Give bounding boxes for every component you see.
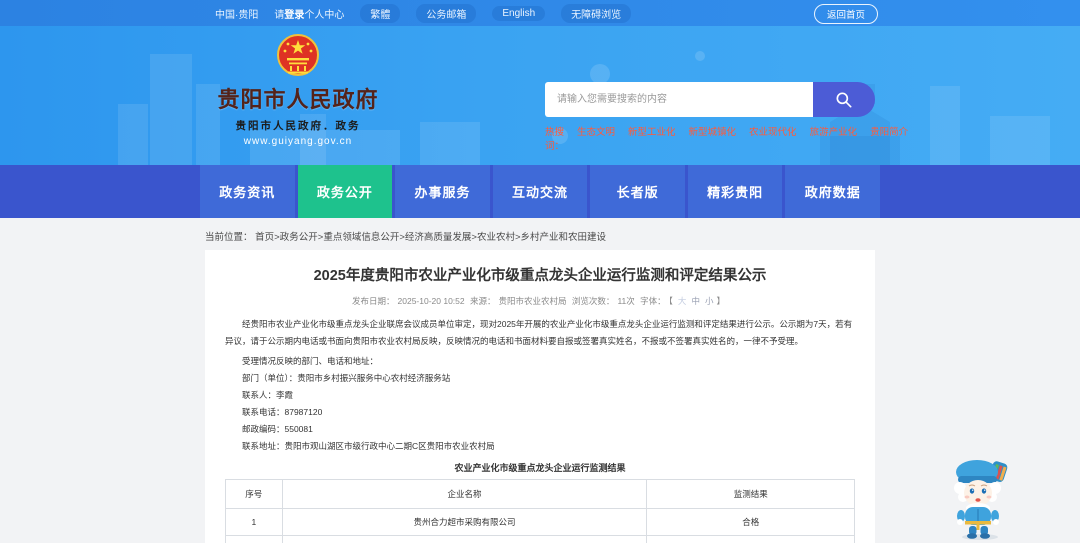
- table-row: 2 贵州友禾种业有限公司 合格: [225, 535, 855, 543]
- table-header-cell: 企业名称: [281, 479, 648, 509]
- source-value: 贵阳市农业农村局: [498, 296, 567, 306]
- search-button[interactable]: [813, 82, 875, 117]
- views-value: 11次: [617, 296, 635, 306]
- topbar: 中国·贵阳 请登录个人中心 繁體 公务邮箱 English 无障碍浏览 返回首页: [0, 0, 1080, 26]
- page: 中国·贵阳 请登录个人中心 繁體 公务邮箱 English 无障碍浏览 返回首页: [0, 0, 1080, 543]
- accessibility-link[interactable]: 无障碍浏览: [561, 3, 632, 23]
- table-cell-result: 合格: [646, 508, 855, 536]
- mascot-character-icon[interactable]: [944, 452, 1016, 540]
- site-url: www.guiyang.gov.cn: [243, 136, 353, 147]
- hot-search-word[interactable]: 旅游产业化: [810, 124, 858, 152]
- hot-search-word[interactable]: 生态文明: [577, 124, 615, 152]
- breadcrumb-segment[interactable]: 重点领域信息公开: [323, 232, 399, 243]
- lang-traditional-link[interactable]: 繁體: [360, 3, 401, 23]
- topbar-link-region[interactable]: 中国·贵阳: [215, 6, 258, 21]
- header-banner: 贵阳市人民政府 贵阳市人民政府．政务 www.guiyang.gov.cn 热搜…: [0, 26, 1080, 165]
- site-logo[interactable]: 贵阳市人民政府 贵阳市人民政府．政务 www.guiyang.gov.cn: [208, 32, 388, 147]
- nav-tab-zhengfu-shuju[interactable]: 政府数据: [785, 165, 881, 218]
- nav-tab-banshi-fuwu[interactable]: 办事服务: [395, 165, 490, 218]
- login-label[interactable]: 登录: [284, 10, 304, 21]
- article-paragraph: 联系电话：87987120: [242, 407, 323, 417]
- article-paragraph: 联系人：李霞: [242, 390, 294, 400]
- hot-search-label: 热搜词：: [545, 127, 565, 152]
- table-cell-company: 贵州友禾种业有限公司: [281, 535, 648, 543]
- monitor-results-table: 序号 企业名称 监测结果 1 贵州合力超市采购有限公司 合格 2 贵州友禾种业有…: [225, 479, 855, 543]
- return-home-button[interactable]: 返回首页: [813, 4, 878, 24]
- views-label: 浏览次数：: [571, 296, 615, 306]
- article-paragraph: 联系地址：贵阳市观山湖区市级行政中心二期C区贵阳市农业农村局: [242, 441, 495, 451]
- article-body: 经贵阳市农业产业化市级重点龙头企业联席会议成员单位审定，现对2025年开展的农业…: [225, 316, 855, 455]
- publish-date-label: 发布日期：: [352, 296, 395, 306]
- article-paragraph: 邮政编码：550081: [242, 424, 313, 434]
- official-mailbox-link[interactable]: 公务邮箱: [416, 3, 477, 23]
- breadcrumb-segment[interactable]: 农业农村: [477, 232, 515, 243]
- hot-search-row: 热搜词： 生态文明 新型工业化 新型城镇化 农业现代化 旅游产业化 贵阳简介: [545, 124, 908, 152]
- font-bracket: 【: [668, 296, 673, 306]
- font-size-small-button[interactable]: 小: [705, 296, 714, 306]
- login-prefix: 请: [274, 9, 285, 21]
- table-header-row: 序号 企业名称 监测结果: [225, 479, 855, 509]
- font-bracket: 】: [716, 296, 725, 306]
- breadcrumb-label: 当前位置：: [205, 232, 253, 243]
- search-icon: [836, 92, 852, 107]
- font-size-large-button[interactable]: 大: [678, 296, 687, 306]
- table-cell-index: 2: [225, 535, 283, 543]
- site-title: 贵阳市人民政府: [217, 87, 379, 112]
- nav-tab-zhangzheban[interactable]: 长者版: [590, 165, 685, 218]
- font-size-label: 字体：: [640, 296, 666, 306]
- site-subtitle: 贵阳市人民政府．政务: [235, 120, 361, 132]
- main-nav: 政务资讯 政务公开 办事服务 互动交流 长者版 精彩贵阳 政府数据: [0, 165, 1080, 218]
- hot-search-word[interactable]: 新型城镇化: [689, 124, 737, 152]
- hot-search-word[interactable]: 新型工业化: [628, 124, 676, 152]
- national-emblem-icon: [277, 34, 319, 76]
- login-suffix: 个人中心: [304, 9, 345, 21]
- article-title: 2025年度贵阳市农业产业化市级重点龙头企业运行监测和评定结果公示: [313, 268, 767, 284]
- login-link[interactable]: 请登录个人中心: [274, 6, 344, 21]
- table-cell-index: 1: [225, 508, 283, 536]
- nav-tab-zhengwu-gongkai[interactable]: 政务公开: [297, 165, 393, 218]
- breadcrumb-segment-home[interactable]: 首页: [255, 232, 274, 243]
- breadcrumb-segment[interactable]: 经济高质量发展: [405, 232, 472, 243]
- publish-date-value: 2025-10-20 10:52: [397, 296, 465, 306]
- table-title: 农业产业化市级重点龙头企业运行监测结果: [454, 463, 626, 473]
- topbar-links: 中国·贵阳 请登录个人中心 繁體 公务邮箱 English 无障碍浏览: [215, 3, 632, 23]
- source-label: 来源：: [470, 296, 496, 306]
- table-row: 1 贵州合力超市采购有限公司 合格: [225, 508, 855, 536]
- table-cell-company: 贵州合力超市采购有限公司: [281, 508, 648, 536]
- english-link[interactable]: English: [492, 5, 546, 21]
- table-cell-result: 合格: [646, 535, 855, 543]
- breadcrumb: 当前位置： 首页>政务公开>重点领域信息公开>经济高质量发展>农业农村>乡村产业…: [205, 229, 606, 243]
- cityscape-decoration: [118, 51, 1050, 165]
- font-size-medium-button[interactable]: 中: [691, 296, 700, 306]
- article-paragraph: 受理情况反映的部门、电话和地址：: [242, 356, 379, 366]
- nav-tab-hudong-jiaoliu[interactable]: 互动交流: [492, 165, 588, 218]
- breadcrumb-segment[interactable]: 乡村产业和农田建设: [521, 232, 607, 243]
- article-paragraph: 经贵阳市农业产业化市级重点龙头企业联席会议成员单位审定，现对2025年开展的农业…: [225, 319, 853, 346]
- table-header-cell: 序号: [225, 479, 283, 509]
- search-input[interactable]: [545, 82, 813, 117]
- search-area: 热搜词： 生态文明 新型工业化 新型城镇化 农业现代化 旅游产业化 贵阳简介: [545, 82, 908, 152]
- nav-tab-jingcai-guiyang[interactable]: 精彩贵阳: [687, 165, 783, 218]
- article-paragraph: 部门（单位）：贵阳市乡村振兴服务中心农村经济服务站: [242, 373, 451, 383]
- table-header-cell: 监测结果: [646, 479, 855, 509]
- article-card: 2025年度贵阳市农业产业化市级重点龙头企业运行监测和评定结果公示 发布日期： 2…: [205, 250, 875, 543]
- hot-search-word[interactable]: 农业现代化: [749, 124, 797, 152]
- hot-search-word[interactable]: 贵阳简介: [870, 124, 908, 152]
- nav-tab-zhengwu-zixun[interactable]: 政务资讯: [200, 165, 295, 218]
- breadcrumb-segment[interactable]: 政务公开: [280, 232, 318, 243]
- article-meta: 发布日期： 2025-10-20 10:52 来源： 贵阳市农业农村局 浏览次数： 1…: [225, 295, 855, 307]
